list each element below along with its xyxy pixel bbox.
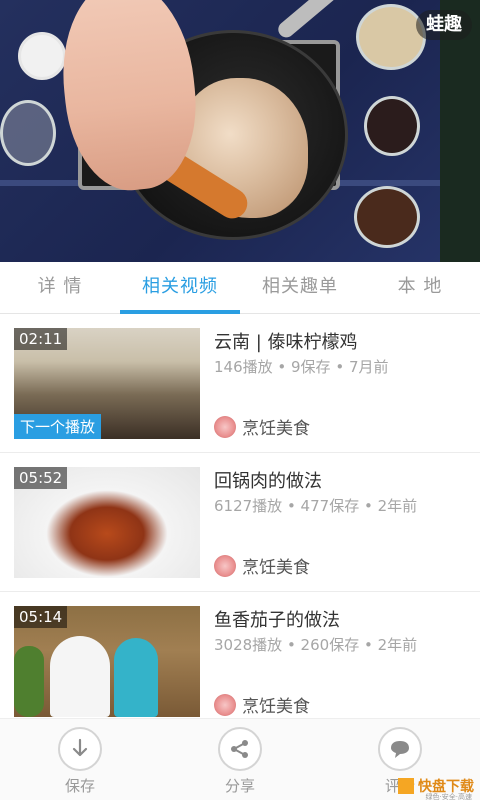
watermark-icon xyxy=(398,778,414,794)
thumbnail-plant xyxy=(14,646,44,717)
list-item[interactable]: 05:14 鱼香茄子的做法 3028播放 • 260保存 • 2年前 烹饪美食 xyxy=(0,592,480,731)
avatar xyxy=(214,693,236,716)
video-stats: 3028播放 • 260保存 • 2年前 xyxy=(214,636,418,654)
video-thumbnail[interactable]: 05:14 xyxy=(14,606,200,717)
duration-badge: 02:11 xyxy=(14,328,68,350)
author-info[interactable]: 烹饪美食 xyxy=(214,553,310,578)
video-title[interactable]: 鱼香茄子的做法 xyxy=(214,606,340,632)
tab-related-videos[interactable]: 相关视频 xyxy=(120,262,240,314)
video-bowl xyxy=(18,32,66,80)
download-arrow-icon xyxy=(58,727,102,771)
author-name: 烹饪美食 xyxy=(242,697,310,717)
video-thumbnail[interactable]: 05:52 xyxy=(14,467,200,578)
thumbnail-person xyxy=(114,638,158,717)
video-player[interactable]: 蛙趣 xyxy=(0,0,480,262)
video-pan-handle xyxy=(275,0,339,41)
list-item[interactable]: 02:11 下一个播放 云南 | 傣味柠檬鸡 146播放 • 9保存 • 7月前… xyxy=(0,314,480,453)
tab-related-playlists[interactable]: 相关趣单 xyxy=(240,262,360,313)
share-button[interactable]: 分享 xyxy=(160,719,320,800)
thumbnail-chef xyxy=(50,636,110,717)
video-stats: 146播放 • 9保存 • 7月前 xyxy=(214,358,389,376)
video-bowl xyxy=(354,186,420,248)
watermark-logo: 快盘下载 绿色·安全·高速 xyxy=(398,776,474,801)
tab-bar: 详 情 相关视频 相关趣单 本 地 xyxy=(0,262,480,314)
save-label: 保存 xyxy=(64,777,95,795)
video-glass xyxy=(0,100,56,166)
author-name: 烹饪美食 xyxy=(242,558,310,578)
list-item[interactable]: 05:52 回锅肉的做法 6127播放 • 477保存 • 2年前 烹饪美食 xyxy=(0,453,480,592)
share-label: 分享 xyxy=(224,777,255,795)
chat-bubble-icon xyxy=(378,727,422,771)
tab-details[interactable]: 详 情 xyxy=(0,262,120,313)
video-title[interactable]: 回锅肉的做法 xyxy=(214,467,322,493)
related-video-list: 02:11 下一个播放 云南 | 傣味柠檬鸡 146播放 • 9保存 • 7月前… xyxy=(0,314,480,731)
video-bowl xyxy=(356,4,426,70)
video-bowl xyxy=(364,96,420,156)
brand-logo: 蛙趣 xyxy=(416,10,472,40)
tab-local[interactable]: 本 地 xyxy=(360,262,480,313)
duration-badge: 05:14 xyxy=(14,606,68,628)
bottom-action-bar: 保存 分享 评论 快盘下载 绿色·安全·高速 xyxy=(0,718,480,801)
author-info[interactable]: 烹饪美食 xyxy=(214,692,310,717)
video-title[interactable]: 云南 | 傣味柠檬鸡 xyxy=(214,328,358,354)
duration-badge: 05:52 xyxy=(14,467,68,489)
author-name: 烹饪美食 xyxy=(242,419,310,439)
watermark-tagline: 绿色·安全·高速 xyxy=(425,793,472,801)
video-thumbnail[interactable]: 02:11 下一个播放 xyxy=(14,328,200,439)
save-button[interactable]: 保存 xyxy=(0,719,160,800)
avatar xyxy=(214,415,236,438)
video-stats: 6127播放 • 477保存 • 2年前 xyxy=(214,497,418,515)
share-icon xyxy=(218,727,262,771)
author-info[interactable]: 烹饪美食 xyxy=(214,414,310,439)
next-play-badge: 下一个播放 xyxy=(14,414,102,439)
avatar xyxy=(214,554,236,577)
